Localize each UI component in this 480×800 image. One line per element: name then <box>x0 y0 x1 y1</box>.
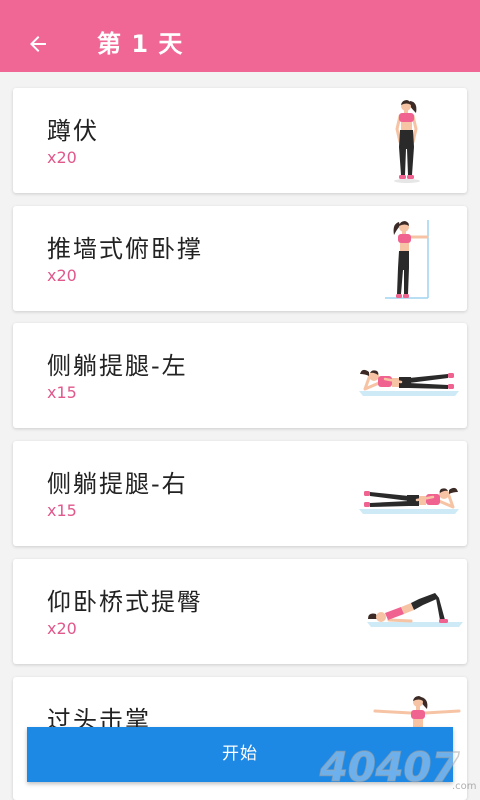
glute-bridge-figure-icon <box>367 593 463 627</box>
start-button[interactable]: 开始 <box>27 727 453 782</box>
exercise-name: 推墙式俯卧撑 <box>47 235 203 263</box>
app-header: 第 1 天 <box>0 0 480 72</box>
exercise-reps: x15 <box>47 383 77 402</box>
exercise-reps: x20 <box>47 148 77 167</box>
exercise-reps: x15 <box>47 501 77 520</box>
exercise-card-side-leg-raise-left[interactable]: 侧躺提腿-左 x15 <box>13 323 467 428</box>
exercise-card-side-leg-raise-right[interactable]: 侧躺提腿-右 x15 <box>13 441 467 546</box>
exercise-name: 侧躺提腿-左 <box>47 352 188 380</box>
squat-figure-icon <box>394 100 420 183</box>
exercise-name: 仰卧桥式提臀 <box>47 588 203 616</box>
arrow-left-icon <box>30 36 46 52</box>
exercise-card-squat[interactable]: 蹲伏 x20 <box>13 88 467 193</box>
wall-push-up-figure-icon <box>385 220 429 299</box>
exercise-reps: x20 <box>47 266 77 285</box>
exercise-card-wall-push-up[interactable]: 推墙式俯卧撑 x20 <box>13 206 467 311</box>
exercise-reps: x20 <box>47 619 77 638</box>
exercise-card-glute-bridge[interactable]: 仰卧桥式提臀 x20 <box>13 559 467 664</box>
exercise-name: 蹲伏 <box>47 117 99 145</box>
page-title: 第 1 天 <box>97 30 184 58</box>
side-lying-leg-raise-left-figure-icon <box>359 369 459 396</box>
exercise-name: 侧躺提腿-右 <box>47 470 188 498</box>
back-button[interactable] <box>26 32 50 56</box>
side-lying-leg-raise-right-figure-icon <box>359 487 459 514</box>
